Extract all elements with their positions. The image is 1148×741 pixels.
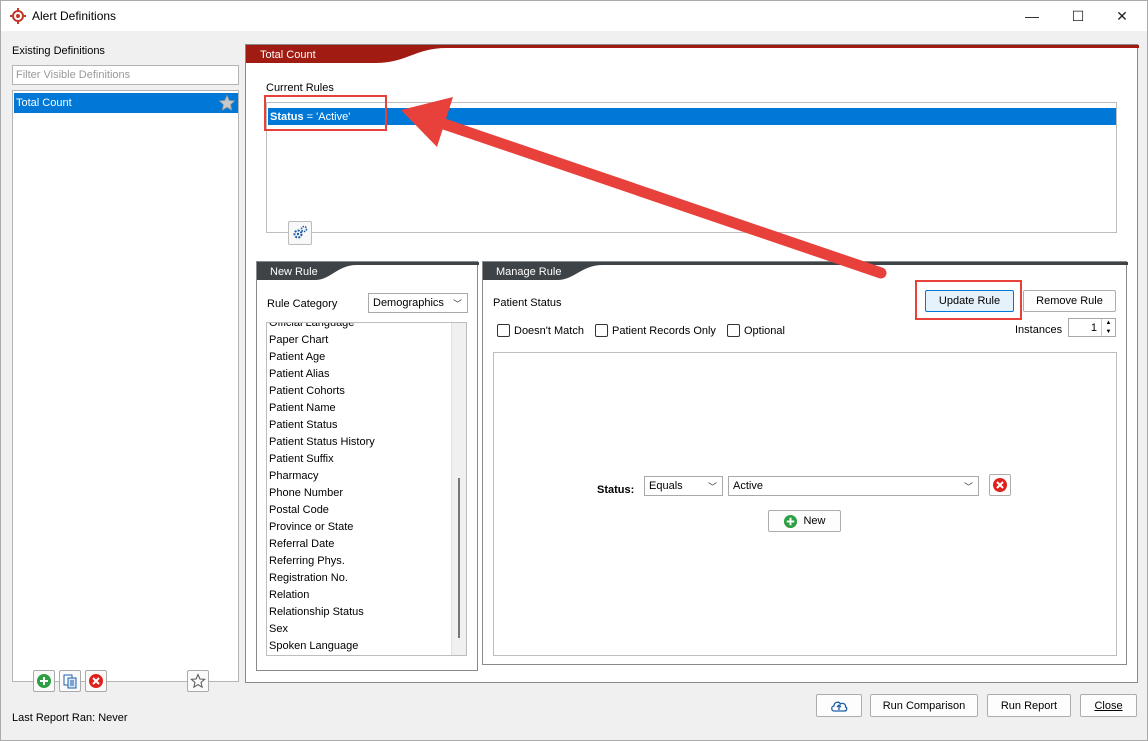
cloud-upload-icon: [830, 699, 848, 713]
run-report-button[interactable]: Run Report: [987, 694, 1071, 717]
upload-button[interactable]: [816, 694, 862, 717]
alert-definitions-window: Alert Definitions — ☐ ✕ Existing Definit…: [0, 0, 1148, 741]
run-comparison-button[interactable]: Run Comparison: [870, 694, 978, 717]
close-button[interactable]: Close: [1080, 694, 1137, 717]
annotation-arrow: [401, 97, 887, 279]
